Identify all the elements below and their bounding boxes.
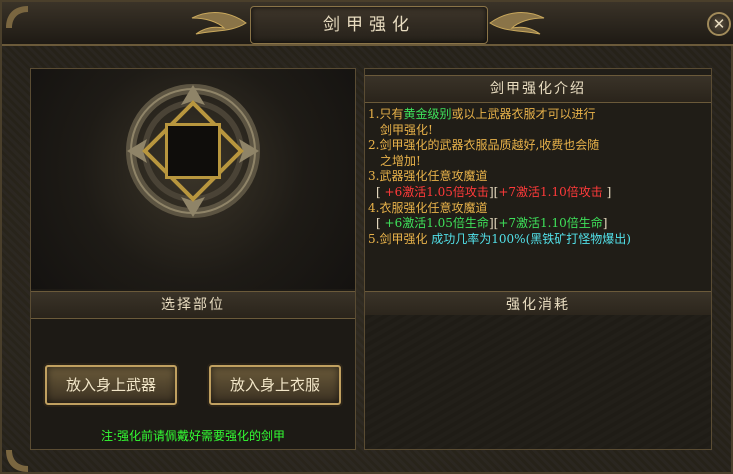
equipment-slot[interactable]	[165, 123, 221, 179]
bracket: [	[376, 216, 381, 231]
bracket: [	[376, 184, 381, 199]
left-wing-ornament-icon	[191, 12, 247, 35]
equipment-select-panel: 选择部位 放入身上武器 放入身上衣服 注:强化前请佩戴好需要强化的剑甲	[30, 68, 356, 450]
armor-bonus-line: [ +6激活1.05倍生命][+7激活1.10倍生命]	[368, 216, 708, 232]
close-button[interactable]: ✕	[707, 12, 731, 36]
bracket: ]	[602, 216, 608, 231]
bracket: ][	[488, 184, 499, 199]
intro-line-1: 1.只有黄金级别或以上武器衣服才可以进行	[368, 107, 708, 123]
gold-grade-highlight: 黄金级别	[403, 107, 452, 121]
intro-text-span: 或以上武器衣服才可以进行	[451, 107, 596, 121]
weapon-bonus-6: +6激活1.05倍攻击	[384, 184, 489, 199]
intro-line-3: 3.武器强化任意攻魔道	[368, 169, 488, 184]
window-title: 剑甲强化	[323, 15, 415, 35]
forge-window: 剑甲强化 ✕ 选择部位 放入身上武器 放入身上衣服 注:强化前请佩戴好需要强化的…	[0, 0, 733, 474]
right-wing-ornament-icon	[489, 12, 545, 35]
dragon-corner-icon	[6, 6, 28, 28]
title-bar: 剑甲强化 ✕	[2, 2, 733, 46]
select-part-header: 选择部位	[31, 291, 355, 319]
consume-area	[365, 315, 711, 449]
close-icon: ✕	[712, 15, 726, 33]
bracket: ]	[606, 184, 612, 199]
success-rate-text: 成功几率为100%(黑铁矿打怪物爆出)	[431, 231, 631, 246]
forge-note: 注:强化前请佩戴好需要强化的剑甲	[100, 429, 286, 443]
weapon-bonus-line: [ +6激活1.05倍攻击][+7激活1.10倍攻击 ]	[368, 185, 708, 201]
intro-line-5: 5.剑甲强化 成功几率为100%(黑铁矿打怪物爆出)	[368, 232, 708, 248]
intro-header: 剑甲强化介绍	[365, 75, 711, 103]
intro-line-2b: 之增加!	[380, 153, 421, 168]
intro-line-1b: 剑甲强化!	[380, 122, 433, 137]
intro-line-2: 2.剑甲强化的武器衣服品质越好,收费也会随	[368, 138, 600, 153]
intro-line-4: 4.衣服强化任意攻魔道	[368, 200, 488, 215]
title-plate: 剑甲强化	[250, 6, 488, 44]
put-armor-button[interactable]: 放入身上衣服	[209, 365, 341, 405]
info-panel: 剑甲强化介绍 1.只有黄金级别或以上武器衣服才可以进行 剑甲强化! 2.剑甲强化…	[364, 68, 712, 450]
armor-bonus-6: +6激活1.05倍生命	[384, 216, 489, 231]
intro-text-span: 5.剑甲强化	[368, 231, 428, 246]
bracket: ][	[488, 216, 499, 231]
emblem-area	[31, 69, 355, 289]
dragon-corner-icon	[6, 450, 28, 472]
armor-bonus-7: +7激活1.10倍生命	[498, 216, 603, 231]
intro-text-span: 1.只有	[368, 107, 404, 121]
intro-text: 1.只有黄金级别或以上武器衣服才可以进行 剑甲强化! 2.剑甲强化的武器衣服品质…	[368, 107, 708, 247]
put-weapon-button[interactable]: 放入身上武器	[45, 365, 177, 405]
weapon-bonus-7: +7激活1.10倍攻击	[498, 184, 603, 199]
